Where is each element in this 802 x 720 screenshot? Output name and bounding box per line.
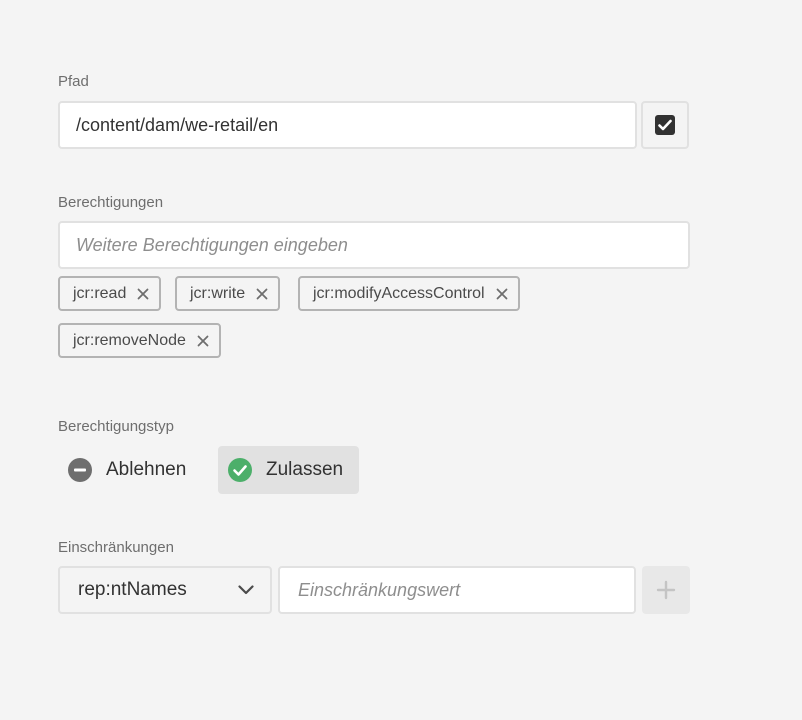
permissions-label: Berechtigungen: [58, 194, 164, 211]
permission-tag: jcr:modifyAccessControl: [298, 276, 520, 311]
permission-tag: jcr:removeNode: [58, 323, 221, 358]
close-icon[interactable]: [137, 288, 149, 300]
permission-type-label: Berechtigungstyp: [58, 418, 174, 435]
checkbox-checked-icon: [655, 115, 675, 135]
add-restriction-button[interactable]: [642, 566, 690, 614]
path-checkbox-button[interactable]: [641, 101, 689, 149]
path-label: Pfad: [58, 73, 89, 90]
chevron-down-icon: [238, 585, 254, 595]
minus-circle-icon: [68, 458, 92, 482]
restrictions-label: Einschränkungen: [58, 539, 174, 556]
tag-label: jcr:write: [190, 284, 246, 302]
permission-tag: jcr:write: [175, 276, 281, 311]
close-icon[interactable]: [197, 335, 209, 347]
deny-option[interactable]: Ablehnen: [58, 446, 208, 494]
path-input[interactable]: /content/dam/we-retail/en: [58, 101, 637, 149]
close-icon[interactable]: [256, 288, 268, 300]
tag-label: jcr:read: [73, 284, 127, 302]
select-value: rep:ntNames: [78, 579, 187, 600]
restriction-type-select[interactable]: rep:ntNames: [58, 566, 272, 614]
checkmark-circle-icon: [228, 458, 252, 482]
permissions-input[interactable]: Weitere Berechtigungen eingeben: [58, 221, 690, 269]
restriction-value-input[interactable]: Einschränkungswert: [278, 566, 636, 614]
tag-label: jcr:removeNode: [73, 331, 186, 349]
deny-label: Ablehnen: [106, 459, 187, 480]
tag-label: jcr:modifyAccessControl: [313, 284, 485, 302]
allow-label: Zulassen: [266, 459, 344, 480]
plus-icon: [656, 580, 676, 600]
permission-tag: jcr:read: [58, 276, 162, 311]
close-icon[interactable]: [496, 288, 508, 300]
allow-option[interactable]: Zulassen: [218, 446, 359, 494]
